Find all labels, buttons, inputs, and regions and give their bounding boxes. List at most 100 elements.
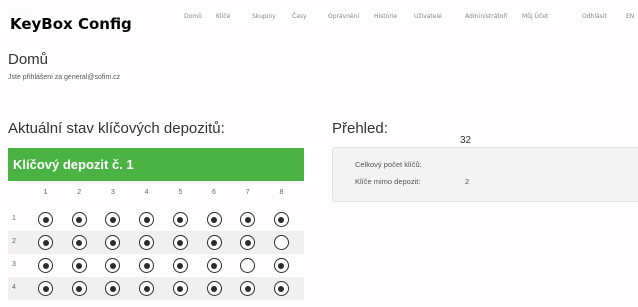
radio-dot-icon <box>109 262 116 269</box>
radio-dot-icon <box>211 262 217 269</box>
slot-occupied-radio[interactable] <box>172 212 188 227</box>
radio-dot-icon <box>42 262 49 269</box>
row-header: 4 <box>12 284 16 291</box>
nav-item-times[interactable]: Časy <box>292 13 307 20</box>
nav-item-history[interactable]: Historie <box>374 13 397 20</box>
radio-dot-icon <box>42 285 49 292</box>
slot-occupied-radio[interactable] <box>139 281 155 296</box>
slot-occupied-radio[interactable] <box>38 258 53 273</box>
slot-occupied-radio[interactable] <box>38 281 53 296</box>
login-status-text: Jste přihlášeni za general@sofim.cz <box>8 74 121 81</box>
radio-dot-icon <box>143 216 150 223</box>
radio-dot-icon <box>76 216 83 223</box>
keys-outside-value: 2 <box>465 177 470 186</box>
nav-item-permissions[interactable]: Oprávnění <box>328 13 359 20</box>
radio-dot-icon <box>109 285 116 292</box>
radio-dot-icon <box>278 216 285 223</box>
column-header: 7 <box>245 189 250 196</box>
slot-occupied-radio[interactable] <box>71 235 87 250</box>
depot-row: 1 <box>8 208 304 231</box>
slot-occupied-radio[interactable] <box>71 212 87 227</box>
radio-dot-icon <box>76 239 83 246</box>
column-header: 4 <box>144 189 149 196</box>
column-header: 3 <box>110 189 115 196</box>
depot-header: Klíčový depozit č. 1 <box>8 148 304 181</box>
slot-occupied-radio[interactable] <box>71 258 87 273</box>
slot-occupied-radio[interactable] <box>206 212 222 227</box>
nav-item-logout[interactable]: Odhlásit <box>582 13 607 20</box>
slot-occupied-radio[interactable] <box>172 258 188 273</box>
depot-slot-grid: 1 2 3 4 5 6 7 8 1 2 3 4 <box>8 181 304 300</box>
radio-dot-icon <box>76 262 83 269</box>
radio-dot-icon <box>278 262 285 269</box>
slot-occupied-radio[interactable] <box>38 212 53 227</box>
slot-occupied-radio[interactable] <box>206 235 222 250</box>
radio-dot-icon <box>143 285 150 292</box>
slot-occupied-radio[interactable] <box>105 212 121 227</box>
depot-row: 2 <box>8 231 304 254</box>
slot-empty-radio[interactable] <box>240 258 256 273</box>
overview-title: Přehled: <box>332 120 388 137</box>
nav-item-administrators[interactable]: Administrátoři <box>465 13 508 20</box>
slot-occupied-radio[interactable] <box>139 212 155 227</box>
radio-dot-icon <box>244 216 251 223</box>
depot-title: Klíčový depozit č. 1 <box>13 157 134 172</box>
radio-dot-icon <box>109 239 116 246</box>
slot-occupied-radio[interactable] <box>172 235 188 250</box>
radio-dot-icon <box>76 285 83 292</box>
slot-occupied-radio[interactable] <box>105 281 121 296</box>
slot-occupied-radio[interactable] <box>71 281 87 296</box>
brand-logo[interactable]: KeyBox Config <box>8 15 134 33</box>
radio-dot-icon <box>42 239 49 246</box>
page-container: KeyBox Config Domů Klíče Skupiny Časy Op… <box>0 0 638 307</box>
slot-occupied-radio[interactable] <box>240 281 256 296</box>
radio-dot-icon <box>177 285 184 292</box>
radio-dot-icon <box>211 239 217 246</box>
slot-occupied-radio[interactable] <box>273 258 289 273</box>
nav-item-home[interactable]: Domů <box>184 13 202 20</box>
radio-dot-icon <box>143 239 150 246</box>
nav-item-users[interactable]: Uživatelé <box>414 13 442 20</box>
navbar: KeyBox Config Domů Klíče Skupiny Časy Op… <box>0 0 638 40</box>
nav-item-my-account[interactable]: Můj Účet <box>522 13 548 20</box>
depots-section-title: Aktuální stav klíčových depozitů: <box>8 120 225 137</box>
slot-occupied-radio[interactable] <box>206 258 222 273</box>
total-keys-value: 32 <box>460 135 472 146</box>
slot-occupied-radio[interactable] <box>206 281 222 296</box>
grid-header-row: 1 2 3 4 5 6 7 8 <box>8 181 304 208</box>
radio-dot-icon <box>177 239 184 246</box>
nav-item-language[interactable]: EN <box>626 13 634 20</box>
overview-panel: Celkový počet klíčů: Klíče mimo depozit:… <box>332 147 638 202</box>
slot-occupied-radio[interactable] <box>139 258 155 273</box>
slot-occupied-radio[interactable] <box>172 281 188 296</box>
column-header: 5 <box>178 189 183 196</box>
row-header: 2 <box>12 238 16 245</box>
radio-dot-icon <box>244 239 251 246</box>
nav-item-groups[interactable]: Skupiny <box>252 13 276 20</box>
column-header: 2 <box>77 189 82 196</box>
slot-empty-radio[interactable] <box>273 235 289 250</box>
radio-dot-icon <box>177 262 184 269</box>
slot-occupied-radio[interactable] <box>273 212 289 227</box>
nav-item-keys[interactable]: Klíče <box>216 13 230 20</box>
row-header: 1 <box>12 215 16 222</box>
slot-occupied-radio[interactable] <box>38 235 53 250</box>
slot-occupied-radio[interactable] <box>273 281 289 296</box>
slot-occupied-radio[interactable] <box>240 235 256 250</box>
page-title: Domů <box>8 51 49 68</box>
slot-occupied-radio[interactable] <box>105 258 121 273</box>
column-header: 8 <box>279 189 284 196</box>
radio-dot-icon <box>211 285 217 292</box>
slot-occupied-radio[interactable] <box>105 235 121 250</box>
column-header: 6 <box>212 189 216 196</box>
row-header: 3 <box>12 261 16 268</box>
slot-occupied-radio[interactable] <box>240 212 256 227</box>
keys-outside-label: Klíče mimo depozit: <box>355 177 421 186</box>
depot-row: 3 <box>8 254 304 277</box>
radio-dot-icon <box>278 285 285 292</box>
radio-dot-icon <box>244 285 251 292</box>
radio-dot-icon <box>109 216 116 223</box>
radio-dot-icon <box>211 216 217 223</box>
slot-occupied-radio[interactable] <box>139 235 155 250</box>
column-header: 1 <box>43 189 48 196</box>
